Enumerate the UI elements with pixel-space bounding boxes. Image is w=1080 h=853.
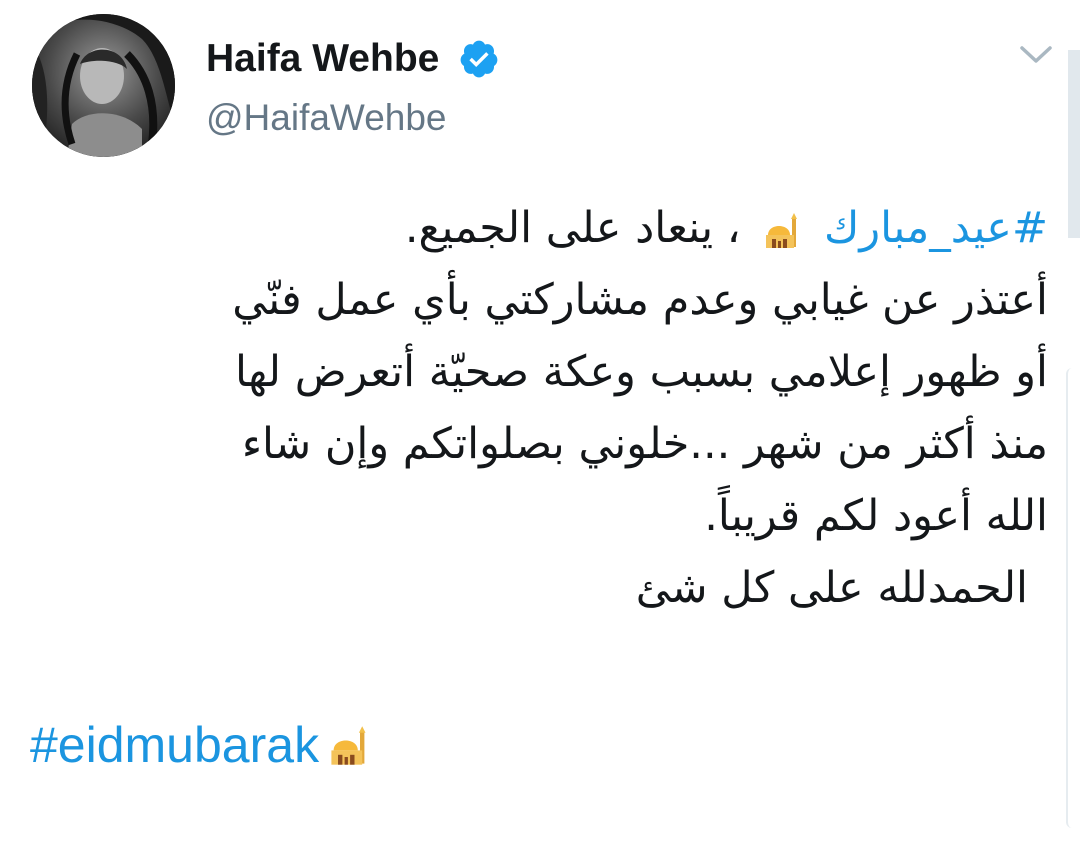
chevron-down-icon[interactable] — [1016, 40, 1056, 68]
mosque-emoji-icon — [766, 212, 798, 248]
avatar[interactable] — [32, 14, 175, 157]
tweet-text: #عيد_مبارك ، ينعاد على الجميع. أعتذر عن … — [20, 192, 1048, 624]
tweet-line-1: #عيد_مبارك ، ينعاد على الجميع. — [20, 192, 1048, 264]
scrollbar-track[interactable] — [1068, 50, 1080, 238]
tweet-line-6: الحمدلله على كل شئ — [635, 563, 1028, 613]
hashtag-eidmubarak[interactable]: #eidmubarak — [30, 717, 319, 773]
tweet-line-4: منذ أكثر من شهر ...خلوني بصلواتكم وإن شا… — [241, 419, 1048, 469]
tweet-line-1-text: ، ينعاد على الجميع. — [404, 203, 741, 253]
display-name[interactable]: Haifa Wehbe — [206, 36, 439, 82]
scrollbar-thumb[interactable] — [1066, 368, 1080, 828]
avatar-photo — [32, 14, 175, 157]
tweet-line-5: الله أعود لكم قريباً. — [704, 491, 1048, 541]
user-handle[interactable]: @HaifaWehbe — [206, 96, 447, 140]
hashtag-eidmubarak-row: #eidmubarak — [30, 712, 379, 778]
mosque-emoji-icon — [331, 726, 366, 765]
hashtag-eid-mubarak-ar[interactable]: #عيد_مبارك — [824, 203, 1048, 253]
verified-badge-icon — [460, 40, 498, 78]
tweet-card: Haifa Wehbe @HaifaWehbe #عيد_مبارك ، ينع… — [0, 0, 1080, 853]
tweet-line-3: أو ظهور إعلامي بسبب وعكة صحيّة أتعرض لها — [235, 347, 1048, 397]
tweet-line-2: أعتذر عن غيابي وعدم مشاركتي بأي عمل فنّي — [232, 275, 1048, 325]
